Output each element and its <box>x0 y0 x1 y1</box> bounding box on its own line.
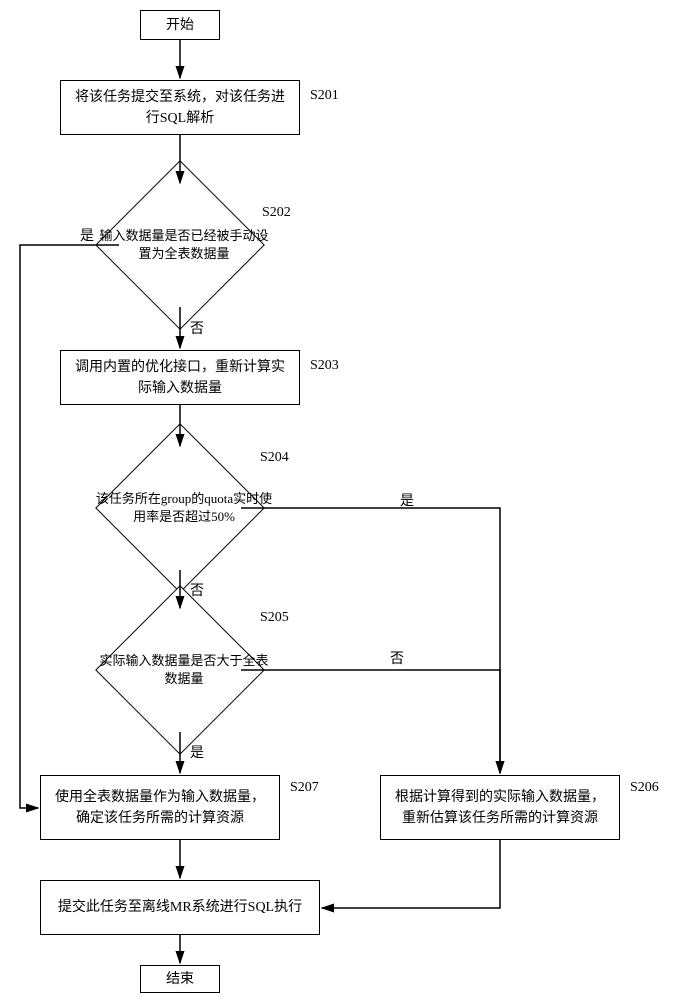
s204-text: 该任务所在group的quota实时使用率是否超过50% <box>90 465 278 551</box>
s202-text: 输入数据量是否已经被手动设置为全表数据量 <box>95 200 273 290</box>
s203-text: 调用内置的优化接口，重新计算实际输入数据量 <box>71 357 289 399</box>
edge-s202-yes: 是 <box>80 225 94 245</box>
process-s201: 将该任务提交至系统，对该任务进行SQL解析 <box>60 80 300 135</box>
process-submit: 提交此任务至离线MR系统进行SQL执行 <box>40 880 320 935</box>
start-label: 开始 <box>166 15 194 36</box>
terminator-end: 结束 <box>140 965 220 993</box>
s203-step-label: S203 <box>310 358 339 374</box>
end-label: 结束 <box>166 969 194 990</box>
s206-text: 根据计算得到的实际输入数据量，重新估算该任务所需的计算资源 <box>391 787 609 829</box>
edge-s204-yes: 是 <box>400 490 414 510</box>
process-s207: 使用全表数据量作为输入数据量，确定该任务所需的计算资源 <box>40 775 280 840</box>
s207-step-label: S207 <box>290 780 319 796</box>
s204-step-label: S204 <box>260 450 289 466</box>
process-s206: 根据计算得到的实际输入数据量，重新估算该任务所需的计算资源 <box>380 775 620 840</box>
process-s203: 调用内置的优化接口，重新计算实际输入数据量 <box>60 350 300 405</box>
s205-step-label: S205 <box>260 610 289 626</box>
edge-s204-no: 否 <box>190 580 204 600</box>
s201-step-label: S201 <box>310 88 339 104</box>
edge-s202-no: 否 <box>190 318 204 338</box>
s202-step-label: S202 <box>262 205 291 221</box>
s205-text: 实际输入数据量是否大于全表数据量 <box>95 628 273 712</box>
s206-step-label: S206 <box>630 780 659 796</box>
s207-text: 使用全表数据量作为输入数据量，确定该任务所需的计算资源 <box>51 787 269 829</box>
s201-text: 将该任务提交至系统，对该任务进行SQL解析 <box>71 87 289 129</box>
edge-s205-yes: 是 <box>190 742 204 762</box>
edge-s205-no: 否 <box>390 648 404 668</box>
submit-text: 提交此任务至离线MR系统进行SQL执行 <box>58 897 302 918</box>
terminator-start: 开始 <box>140 10 220 40</box>
